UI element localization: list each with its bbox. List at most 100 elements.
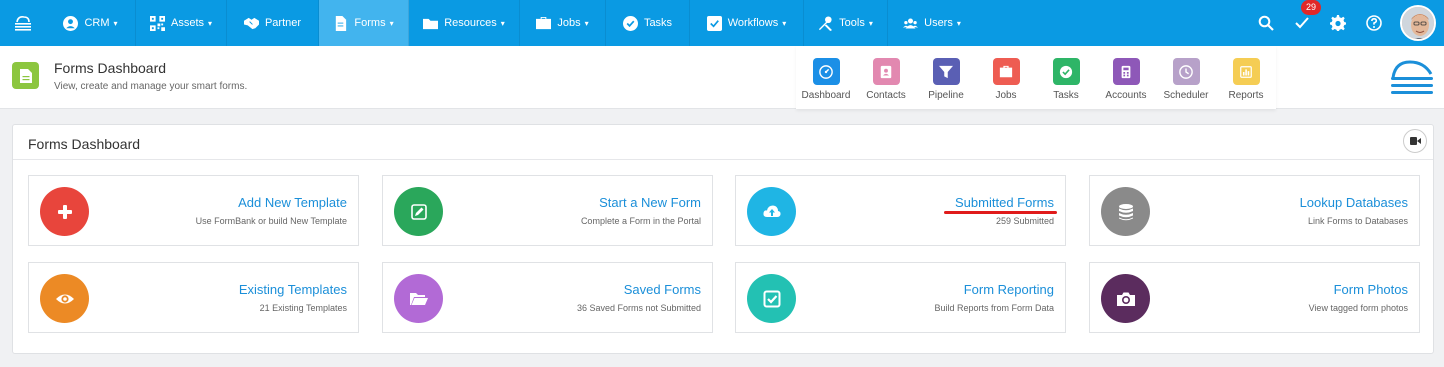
briefcase-icon xyxy=(992,58,1020,85)
checkmark-icon xyxy=(1295,17,1309,29)
camera-icon xyxy=(1101,274,1150,323)
card-start-new-form[interactable]: Start a New Form Complete a Form in the … xyxy=(382,175,713,246)
card-subtitle: 259 Submitted xyxy=(995,216,1054,226)
chevron-down-icon: ▾ xyxy=(584,18,589,28)
nav-assets[interactable]: Assets ▾ xyxy=(136,0,227,46)
chevron-down-icon: ▾ xyxy=(113,18,118,28)
nav-forms-label: Forms xyxy=(354,17,386,29)
quick-link-accounts[interactable]: Accounts xyxy=(1096,46,1156,109)
bar-chart-icon xyxy=(1232,58,1260,85)
nav-jobs-label: Jobs xyxy=(557,17,581,29)
card-subtitle: Link Forms to Databases xyxy=(1307,216,1408,226)
video-camera-icon xyxy=(1409,137,1421,145)
card-subtitle: 36 Saved Forms not Submitted xyxy=(576,303,701,313)
settings-button[interactable] xyxy=(1320,0,1356,46)
check-circle-icon xyxy=(622,15,638,31)
video-tutorial-button[interactable] xyxy=(1403,129,1427,153)
contacts-icon xyxy=(872,58,900,85)
help-button[interactable] xyxy=(1356,0,1392,46)
check-square-icon xyxy=(747,274,796,323)
page-header: Forms Dashboard View, create and manage … xyxy=(0,46,1444,109)
quick-link-contacts[interactable]: Contacts xyxy=(856,46,916,109)
eye-icon xyxy=(40,274,89,323)
nav-tasks[interactable]: Tasks xyxy=(606,0,690,46)
page-title: Forms Dashboard xyxy=(54,60,167,76)
quick-link-label: Tasks xyxy=(1053,90,1079,101)
card-subtitle: 21 Existing Templates xyxy=(259,303,347,313)
nav-partner[interactable]: Partner xyxy=(227,0,319,46)
chevron-down-icon: ▾ xyxy=(956,18,961,28)
card-title: Saved Forms xyxy=(623,282,701,297)
nav-forms[interactable]: Forms ▾ xyxy=(319,0,409,46)
quick-link-reports[interactable]: Reports xyxy=(1216,46,1276,109)
nav-crm[interactable]: CRM ▾ xyxy=(46,0,136,46)
quick-link-pipeline[interactable]: Pipeline xyxy=(916,46,976,109)
users-icon xyxy=(903,18,919,28)
nav-tools-label: Tools xyxy=(839,17,865,29)
document-icon xyxy=(336,15,347,31)
quick-links-bar: Dashboard Contacts Pipeline Jobs Tasks A… xyxy=(796,46,1276,109)
top-navbar: CRM ▾ Assets ▾ Partner Forms ▾ Resources ▾ J… xyxy=(0,0,1444,46)
quick-link-label: Dashboard xyxy=(801,90,851,101)
card-add-new-template[interactable]: Add New Template Use FormBank or build N… xyxy=(28,175,359,246)
card-title: Existing Templates xyxy=(238,282,347,297)
card-subtitle: Complete a Form in the Portal xyxy=(580,216,701,226)
folder-icon xyxy=(423,18,439,29)
nav-tasks-label: Tasks xyxy=(643,17,673,29)
quick-link-label: Accounts xyxy=(1105,90,1147,101)
red-underline-annotation xyxy=(944,211,1057,214)
card-existing-templates[interactable]: Existing Templates 21 Existing Templates xyxy=(28,262,359,333)
quick-link-label: Contacts xyxy=(866,90,906,101)
avatar[interactable] xyxy=(1400,5,1436,41)
nav-users[interactable]: Users ▾ xyxy=(888,0,976,46)
chevron-down-icon: ▾ xyxy=(389,18,394,28)
card-form-photos[interactable]: Form Photos View tagged form photos xyxy=(1089,262,1420,333)
chevron-down-icon: ▾ xyxy=(868,18,873,28)
nav-resources-label: Resources xyxy=(444,17,497,29)
card-title: Add New Template xyxy=(238,195,347,210)
funnel-icon xyxy=(932,58,960,85)
briefcase-icon xyxy=(536,16,552,29)
card-title: Form Reporting xyxy=(963,282,1054,297)
search-icon xyxy=(1258,15,1274,31)
card-form-reporting[interactable]: Form Reporting Build Reports from Form D… xyxy=(735,262,1066,333)
nav-resources[interactable]: Resources ▾ xyxy=(409,0,520,46)
database-icon xyxy=(1101,187,1150,236)
calculator-icon xyxy=(1112,58,1140,85)
nav-right-tools: 29 xyxy=(1248,0,1444,46)
quick-link-label: Reports xyxy=(1228,90,1264,101)
dashboard-icon xyxy=(812,58,840,85)
card-title: Start a New Form xyxy=(599,195,701,210)
panel-title: Forms Dashboard xyxy=(28,136,141,152)
nav-users-label: Users xyxy=(924,17,953,29)
quick-link-label: Jobs xyxy=(995,90,1017,101)
notification-badge: 29 xyxy=(1301,0,1322,15)
quick-link-tasks[interactable]: Tasks xyxy=(1036,46,1096,109)
tools-icon xyxy=(819,15,833,31)
nav-workflows-label: Workflows xyxy=(727,17,779,29)
nav-tools[interactable]: Tools ▾ xyxy=(804,0,888,46)
checkbox-icon xyxy=(706,15,722,31)
gear-icon xyxy=(1330,15,1346,31)
card-lookup-databases[interactable]: Lookup Databases Link Forms to Databases xyxy=(1089,175,1420,246)
chevron-down-icon: ▾ xyxy=(782,18,787,28)
notifications-button[interactable]: 29 xyxy=(1284,0,1322,46)
nav-crm-label: CRM xyxy=(84,17,110,29)
qr-code-icon xyxy=(149,15,165,31)
home-logo-icon[interactable] xyxy=(0,0,46,46)
card-title: Form Photos xyxy=(1333,282,1408,297)
nav-jobs[interactable]: Jobs ▾ xyxy=(520,0,606,46)
pencil-icon xyxy=(394,187,443,236)
card-saved-forms[interactable]: Saved Forms 36 Saved Forms not Submitted xyxy=(382,262,713,333)
chevron-down-icon: ▾ xyxy=(208,18,213,28)
quick-link-jobs[interactable]: Jobs xyxy=(976,46,1036,109)
quick-link-dashboard[interactable]: Dashboard xyxy=(796,46,856,109)
nav-workflows[interactable]: Workflows ▾ xyxy=(690,0,804,46)
quick-link-scheduler[interactable]: Scheduler xyxy=(1156,46,1216,109)
search-button[interactable] xyxy=(1248,0,1284,46)
check-circle-icon xyxy=(1052,58,1080,85)
panel-divider xyxy=(13,159,1433,160)
person-circle-icon xyxy=(63,15,79,31)
quick-link-label: Scheduler xyxy=(1163,90,1209,101)
clock-icon xyxy=(1172,58,1200,85)
